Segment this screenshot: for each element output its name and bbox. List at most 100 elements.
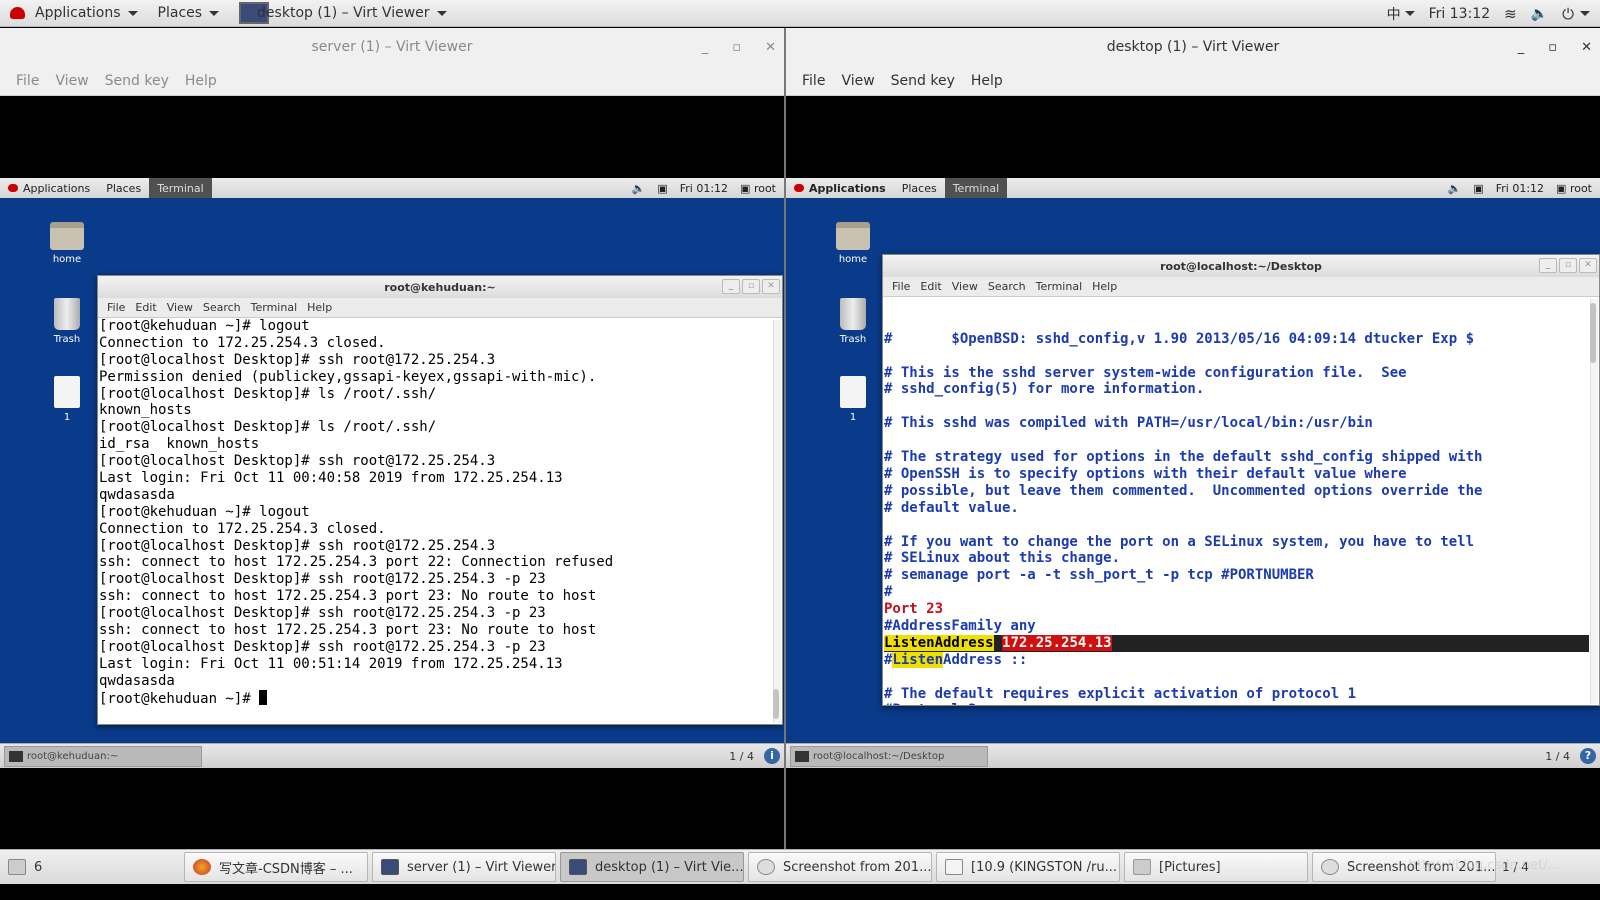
menu-view[interactable]: View [833,73,882,89]
applications-menu[interactable]: Applications [0,0,148,27]
vim-line: # The strategy used for options in the d… [884,449,1483,466]
maximize-icon[interactable]: ▫ [1548,40,1557,55]
task-text-editor[interactable]: [10.9 (KINGSTON /ru... [936,852,1120,882]
user-icon: ▣ [740,181,751,195]
maximize-icon[interactable]: ▫ [742,279,760,294]
terminal-output[interactable]: [root@kehuduan ~]# logout Connection to 1… [98,318,782,707]
desktop-home[interactable]: home [42,222,92,265]
workspace-pager[interactable]: 1 / 4 [729,750,754,763]
guest-task-terminal[interactable]: Terminal [149,178,212,198]
terminal-line: Last login: Fri Oct 11 00:40:58 2019 fro… [99,470,563,487]
terminal-window[interactable]: root@localhost:~/Desktop _ ▫ ✕ File Edit V… [882,254,1600,706]
guest-user-menu[interactable]: ▣ root [1556,182,1592,195]
terminal-line: [root@localhost Desktop]# ssh root@172.2… [99,453,496,470]
places-menu[interactable]: Places [148,0,230,27]
scrollbar-thumb[interactable] [1590,303,1596,363]
tmenu-view[interactable]: View [162,301,198,314]
guest-taskbar-item[interactable]: root@kehuduan:~ [4,745,202,767]
terminal-line: ssh: connect to host 172.25.254.3 port 2… [99,622,597,639]
tmenu-help[interactable]: Help [1087,280,1122,293]
input-method[interactable]: 中 [1387,4,1401,24]
tmenu-search[interactable]: Search [983,280,1031,293]
tmenu-file[interactable]: File [102,301,130,314]
tmenu-terminal[interactable]: Terminal [1031,280,1088,293]
minimize-icon[interactable]: _ [702,40,709,55]
scrollbar[interactable] [1590,299,1598,704]
show-desktop[interactable]: 6 [0,852,180,882]
guest-places[interactable]: Places [98,178,149,198]
guest-display[interactable]: Applications Places Terminal 🔈 ▣ Fri 01:… [786,178,1600,768]
close-icon[interactable]: ✕ [762,279,780,294]
tmenu-search[interactable]: Search [198,301,246,314]
terminal-window[interactable]: root@kehuduan:~ _ ▫ ✕ File Edit View Searc… [97,275,783,725]
tmenu-edit[interactable]: Edit [915,280,946,293]
desktop-trash-label: Trash [839,334,867,345]
tmenu-help[interactable]: Help [302,301,337,314]
guest-applications[interactable]: Applications [786,178,894,198]
guest-taskbar-item[interactable]: root@localhost:~/Desktop [790,745,988,767]
guest-display[interactable]: Applications Places Terminal 🔈 ▣ Fri 01:… [0,178,784,768]
minimize-icon[interactable]: _ [722,279,740,294]
workspace-pager[interactable]: 1 / 4 [1545,750,1570,763]
terminal-line: [root@kehuduan ~]# logout [99,503,310,520]
notification-icon[interactable]: ? [1580,748,1596,764]
menu-help[interactable]: Help [963,73,1011,89]
guest-user-label: root [1569,181,1592,195]
tmenu-view[interactable]: View [947,280,983,293]
power-icon[interactable]: ⏻ [1562,5,1574,23]
task-pictures[interactable]: [Pictures] [1124,852,1308,882]
volume-icon[interactable]: 🔈 [1531,6,1548,22]
desktop-home[interactable]: home [828,222,878,265]
menu-help[interactable]: Help [177,73,225,89]
tmenu-terminal[interactable]: Terminal [246,301,303,314]
wifi-icon[interactable]: ≋ [1504,5,1517,23]
task-desktop-viewer[interactable]: desktop (1) – Virt Vie... [560,852,744,882]
notification-icon[interactable]: i [764,748,780,764]
network-icon[interactable]: ▣ [657,182,667,195]
close-icon[interactable]: ✕ [765,40,776,55]
guest-user-menu[interactable]: ▣ root [740,182,776,195]
menu-send-key[interactable]: Send key [97,73,177,89]
menu-view[interactable]: View [47,73,96,89]
minimize-icon[interactable]: _ [1518,40,1525,55]
vim-editor[interactable]: # $OpenBSD: sshd_config,v 1.90 2013/05/1… [883,297,1599,705]
guest-places[interactable]: Places [894,178,945,198]
active-window-menu[interactable]: desktop (1) – Virt Viewer [229,0,456,27]
guest-task-terminal[interactable]: Terminal [944,178,1008,198]
volume-icon[interactable]: 🔈 [632,182,646,195]
volume-icon[interactable]: 🔈 [1448,182,1462,195]
network-icon[interactable]: ▣ [1473,182,1483,195]
clock[interactable]: Fri 13:12 [1429,6,1490,22]
host-top-bar: Applications Places desktop (1) – Virt V… [0,0,1600,27]
guest-clock[interactable]: Fri 01:12 [1496,182,1544,195]
maximize-icon[interactable]: ▫ [732,40,741,55]
desktop-file[interactable]: 1 [42,376,92,423]
task-server-viewer[interactable]: server (1) – Virt Viewer [372,852,556,882]
menu-file[interactable]: File [794,73,833,89]
minimize-icon[interactable]: _ [1539,258,1557,273]
tmenu-edit[interactable]: Edit [130,301,161,314]
tmenu-file[interactable]: File [887,280,915,293]
guest-taskbar-label: root@localhost:~/Desktop [813,750,945,762]
terminal-title-bar[interactable]: root@kehuduan:~ _ ▫ ✕ [98,276,782,298]
maximize-icon[interactable]: ▫ [1559,258,1577,273]
guest-applications[interactable]: Applications [0,178,98,198]
task-label: 写文章-CSDN博客 – ... [219,861,353,877]
menu-send-key[interactable]: Send key [883,73,963,89]
desktop-trash[interactable]: Trash [828,298,878,345]
task-screenshot-1[interactable]: Screenshot from 201... [748,852,932,882]
scrollbar[interactable] [773,320,781,723]
scrollbar-thumb[interactable] [773,689,779,719]
desktop-trash[interactable]: Trash [42,298,92,345]
close-icon[interactable]: ✕ [1581,40,1592,55]
desktop-file[interactable]: 1 [828,376,878,423]
guest-clock[interactable]: Fri 01:12 [680,182,728,195]
desktop-trash-label: Trash [53,334,81,345]
terminal-title-bar[interactable]: root@localhost:~/Desktop _ ▫ ✕ [883,255,1599,277]
terminal-line: [root@localhost Desktop]# ls /root/.ssh/ [99,385,437,402]
menu-file[interactable]: File [8,73,47,89]
close-icon[interactable]: ✕ [1579,258,1597,273]
task-csdn[interactable]: 写文章-CSDN博客 – ... [184,852,368,882]
guest-bottom-panel: root@localhost:~/Desktop 1 / 4 ? [786,743,1600,768]
vim-line: # OpenSSH is to specify options with the… [884,465,1407,482]
